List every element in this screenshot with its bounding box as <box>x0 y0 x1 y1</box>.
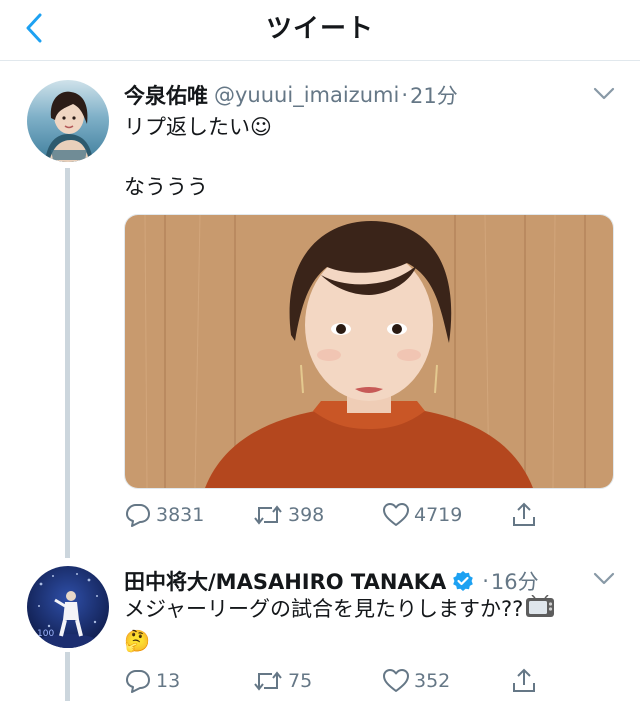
like-count: 4719 <box>414 504 463 526</box>
verified-badge-icon <box>453 571 474 591</box>
tweet-timestamp: 21分 <box>410 84 458 108</box>
heart-icon <box>383 503 409 526</box>
nav-header: ツイート <box>0 0 640 61</box>
tweet-actions: 3831 398 4719 <box>124 498 544 532</box>
retweet-button[interactable]: 398 <box>252 498 324 532</box>
tweet-actions: 13 75 352 <box>124 664 544 698</box>
photo-image <box>125 215 613 488</box>
like-button[interactable]: 352 <box>382 664 450 698</box>
share-button[interactable] <box>510 498 542 532</box>
reply-button[interactable]: 13 <box>124 664 180 698</box>
like-button[interactable]: 4719 <box>382 498 462 532</box>
retweet-count: 75 <box>288 670 313 692</box>
tweet-detail-screen: ツイート 今泉佑唯 @yuuui_imaizumi · 21分 リプ返したい☺ … <box>0 0 640 701</box>
tweet-header: 田中将大/MASAHIRO TANAKA · 16分 <box>124 566 539 596</box>
avatar-photo: 100 <box>27 566 109 648</box>
tweet-timestamp: 16分 <box>490 570 539 594</box>
thinking-face-emoji: 🤔 <box>124 629 151 653</box>
page-title: ツイート <box>265 14 374 44</box>
author-name[interactable]: 田中将大/MASAHIRO TANAKA <box>124 566 446 596</box>
separator-dot: · <box>482 569 489 593</box>
share-icon <box>513 502 535 526</box>
share-icon <box>513 668 535 692</box>
retweet-button[interactable]: 75 <box>252 664 312 698</box>
reply-icon <box>126 670 150 693</box>
tweet-text: リプ返したい☺ <box>124 115 272 139</box>
tweet-header: 今泉佑唯 @yuuui_imaizumi · 21分 <box>124 80 458 110</box>
svg-text:100: 100 <box>37 629 54 639</box>
reply-button[interactable]: 3831 <box>124 498 204 532</box>
share-button[interactable] <box>510 664 542 698</box>
tweet-text-content: メジャーリーグの試合を見たりしますか?? <box>124 597 524 621</box>
avatar[interactable] <box>27 80 109 162</box>
reply-count: 3831 <box>156 504 205 526</box>
like-count: 352 <box>414 670 451 692</box>
heart-icon <box>383 669 409 692</box>
thread-connector-line <box>65 168 70 558</box>
reply-icon <box>126 504 150 527</box>
thread-connector-line <box>65 652 70 701</box>
tweet-text: メジャーリーグの試合を見たりしますか?? <box>124 594 555 624</box>
author-handle[interactable]: @yuuui_imaizumi <box>214 83 399 107</box>
tweet-text: なううう <box>124 175 208 199</box>
television-icon <box>526 595 555 617</box>
retweet-count: 398 <box>288 504 325 526</box>
retweet-icon <box>254 671 282 691</box>
reply-count: 13 <box>156 670 181 692</box>
chevron-down-icon[interactable] <box>592 571 616 587</box>
separator-dot: · <box>401 83 408 107</box>
tweet-photo[interactable] <box>124 214 614 489</box>
author-name[interactable]: 今泉佑唯 <box>124 80 208 110</box>
avatar-photo <box>27 80 109 162</box>
avatar[interactable]: 100 <box>27 566 109 648</box>
retweet-icon <box>254 505 282 525</box>
chevron-down-icon[interactable] <box>592 86 616 102</box>
